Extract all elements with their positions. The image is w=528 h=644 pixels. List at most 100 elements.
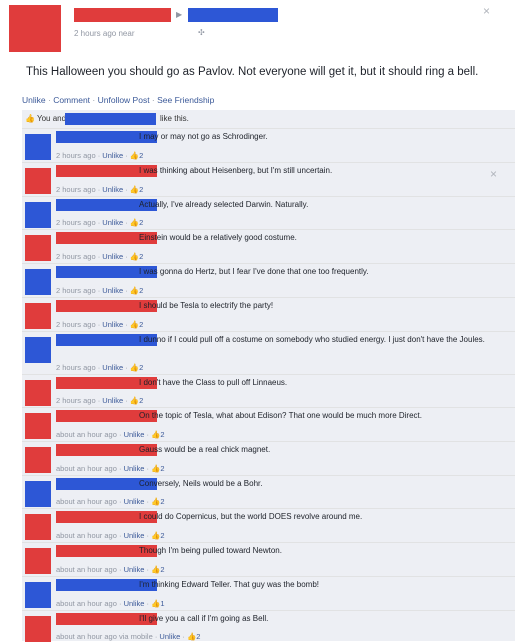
comment-timestamp[interactable]: 2 hours ago	[56, 320, 96, 329]
comment-timestamp[interactable]: 2 hours ago	[56, 363, 96, 372]
see-friendship-link[interactable]: See Friendship	[157, 95, 214, 105]
comment-unlike-link[interactable]: Unlike	[102, 363, 123, 372]
comment-unlike-link[interactable]: Unlike	[124, 497, 145, 506]
like-thumb-icon: 👍	[25, 114, 35, 123]
comment-avatar[interactable]	[25, 514, 51, 540]
comment-meta: 2 hours ago · Unlike · 👍2	[56, 320, 144, 329]
comment-meta: about an hour ago · Unlike · 👍2	[56, 497, 165, 506]
comment-unlike-link[interactable]: Unlike	[124, 599, 145, 608]
like-thumb-icon: 👍	[129, 396, 140, 405]
comment-unlike-link[interactable]: Unlike	[102, 320, 123, 329]
comment-avatar[interactable]	[25, 548, 51, 574]
comment-timestamp[interactable]: 2 hours ago	[56, 396, 96, 405]
like-thumb-icon: 👍	[129, 286, 140, 295]
comment-unlike-link[interactable]: Unlike	[124, 464, 145, 473]
likes-row: 👍 You and like this.	[22, 110, 515, 128]
comment-like-count[interactable]: 2	[139, 151, 143, 160]
comment-unlike-link[interactable]: Unlike	[102, 286, 123, 295]
close-icon[interactable]: ×	[483, 4, 490, 18]
comment-meta: 2 hours ago · Unlike · 👍2	[56, 218, 144, 227]
comment-like-count[interactable]: 2	[139, 218, 143, 227]
comment-like-count[interactable]: 2	[160, 497, 164, 506]
comment-item: Conversely, Neils would be a Bohr. about …	[22, 475, 515, 509]
comment-avatar[interactable]	[25, 202, 51, 228]
comment-timestamp[interactable]: 2 hours ago	[56, 286, 96, 295]
comment-unlike-link[interactable]: Unlike	[102, 396, 123, 405]
target-name[interactable]	[188, 8, 278, 22]
comment-unlike-link[interactable]: Unlike	[124, 430, 145, 439]
comment-meta: about an hour ago · Unlike · 👍2	[56, 464, 165, 473]
comment-like-count[interactable]: 2	[139, 320, 143, 329]
like-thumb-icon: 👍	[186, 632, 197, 641]
comment-like-count[interactable]: 2	[160, 430, 164, 439]
comment-text: Though I'm being pulled toward Newton.	[139, 546, 282, 555]
comment-timestamp[interactable]: 2 hours ago	[56, 252, 96, 261]
comment-timestamp[interactable]: about an hour ago	[56, 531, 117, 540]
comment-meta: 2 hours ago · Unlike · 👍2	[56, 363, 144, 372]
comment-like-count[interactable]: 2	[139, 363, 143, 372]
comment-timestamp[interactable]: 2 hours ago	[56, 218, 96, 227]
comment-item: I may or may not go as Schrodinger. 2 hou…	[22, 128, 515, 163]
comment-text: I could do Copernicus, but the world DOE…	[139, 512, 363, 521]
comment-avatar[interactable]	[25, 413, 51, 439]
comment-unlike-link[interactable]: Unlike	[124, 565, 145, 574]
unlike-link[interactable]: Unlike	[22, 95, 46, 105]
comment-timestamp[interactable]: 2 hours ago	[56, 151, 96, 160]
comment-unlike-link[interactable]: Unlike	[102, 151, 123, 160]
comment-text: I dunno if I could pull off a costume on…	[139, 335, 485, 344]
comment-like-count[interactable]: 2	[139, 396, 143, 405]
comment-like-count[interactable]: 2	[139, 286, 143, 295]
comment-avatar[interactable]	[25, 337, 51, 363]
triangle-icon: ▶	[176, 10, 183, 19]
comment-avatar[interactable]	[25, 168, 51, 194]
comment-text: I don't have the Class to pull off Linna…	[139, 378, 288, 387]
likers-name[interactable]	[65, 113, 156, 125]
comment-item: I'll give you a call if I'm going as Bel…	[22, 610, 515, 644]
like-thumb-icon: 👍	[129, 252, 140, 261]
comment-avatar[interactable]	[25, 481, 51, 507]
comment-avatar[interactable]	[25, 269, 51, 295]
comment-unlike-link[interactable]: Unlike	[102, 218, 123, 227]
comment-item: I was thinking about Heisenberg, but I'm…	[22, 162, 515, 197]
comment-avatar[interactable]	[25, 616, 51, 642]
comment-timestamp[interactable]: about an hour ago	[56, 464, 117, 473]
unfollow-post-link[interactable]: Unfollow Post	[98, 95, 150, 105]
comment-timestamp[interactable]: about an hour ago	[56, 497, 117, 506]
comment-like-count[interactable]: 2	[139, 185, 143, 194]
comment-like-count[interactable]: 2	[196, 632, 200, 641]
comment-timestamp[interactable]: about an hour ago	[56, 565, 117, 574]
close-icon[interactable]: ×	[490, 167, 497, 181]
comment-unlike-link[interactable]: Unlike	[159, 632, 180, 641]
comment-text: I may or may not go as Schrodinger.	[139, 132, 268, 141]
comment-avatar[interactable]	[25, 380, 51, 406]
comment-avatar[interactable]	[25, 303, 51, 329]
poster-avatar[interactable]	[9, 5, 61, 52]
comment-item: I'm thinking Edward Teller. That guy was…	[22, 576, 515, 611]
comment-text: I'm thinking Edward Teller. That guy was…	[139, 580, 319, 589]
comment-timestamp[interactable]: about an hour ago	[56, 430, 117, 439]
comment-unlike-link[interactable]: Unlike	[124, 531, 145, 540]
comment-timestamp[interactable]: 2 hours ago	[56, 185, 96, 194]
comment-unlike-link[interactable]: Unlike	[102, 185, 123, 194]
poster-name[interactable]	[74, 8, 171, 22]
comment-like-count[interactable]: 2	[160, 565, 164, 574]
comment-item: I was gonna do Hertz, but I fear I've do…	[22, 263, 515, 298]
comment-like-count[interactable]: 1	[160, 599, 164, 608]
comment-avatar[interactable]	[25, 582, 51, 608]
comment-avatar[interactable]	[25, 134, 51, 160]
comment-like-count[interactable]: 2	[160, 464, 164, 473]
comment-item: On the topic of Tesla, what about Edison…	[22, 407, 515, 442]
comment-item: Gauss would be a real chick magnet. about…	[22, 441, 515, 476]
comment-avatar[interactable]	[25, 447, 51, 473]
friends-icon: ✣	[198, 28, 205, 37]
comment-timestamp[interactable]: about an hour ago	[56, 599, 117, 608]
comment-timestamp[interactable]: about an hour ago via mobile	[56, 632, 153, 641]
comment-link[interactable]: Comment	[53, 95, 90, 105]
comment-like-count[interactable]: 2	[139, 252, 143, 261]
comment-unlike-link[interactable]: Unlike	[102, 252, 123, 261]
comment-item: I don't have the Class to pull off Linna…	[22, 374, 515, 408]
comment-avatar[interactable]	[25, 235, 51, 261]
post-timestamp[interactable]: 2 hours ago near	[74, 29, 135, 38]
comment-like-count[interactable]: 2	[160, 531, 164, 540]
comments-feed: 👍 You and like this. I may or may not go…	[22, 110, 515, 644]
